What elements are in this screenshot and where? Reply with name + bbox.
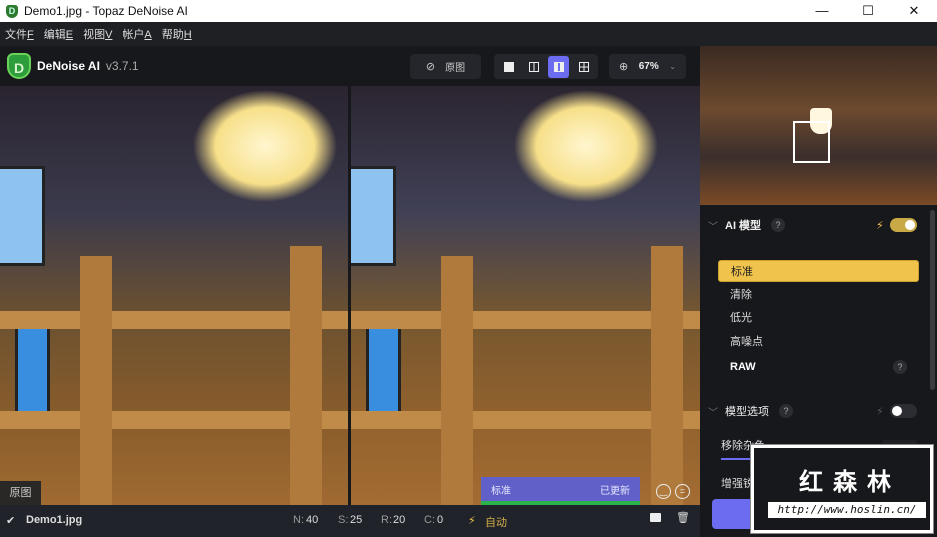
trash-icon[interactable]: 🗑 [676, 511, 690, 524]
show-original-label: 原图 [445, 63, 466, 74]
n-value: 40 [306, 514, 319, 526]
menu-edit[interactable]: 编辑E [44, 26, 73, 42]
model-options-title: 模型选项 [725, 406, 769, 418]
s-value: 25 [350, 514, 363, 526]
zoom-value: 67% [638, 61, 659, 72]
menu-key: H [183, 29, 192, 41]
photo-window [351, 166, 396, 266]
denoise-logo-icon: D [7, 53, 31, 79]
menu-label: 文件 [5, 29, 27, 41]
brand: D DeNoise AI v3.7.1 [7, 53, 139, 79]
split-view-icon [528, 61, 539, 72]
model-item-severe-noise[interactable]: 高噪点 [718, 331, 919, 353]
status-bar: ✔ Demo1.jpg N: 40 S: 25 R: 20 C: 0 ⚡ 自动 … [0, 505, 700, 537]
app-version: v3.7.1 [105, 59, 139, 73]
r-value: 20 [393, 514, 406, 526]
watermark: 红森林 http://www.hoslin.cn/ [750, 444, 934, 534]
ai-model-header[interactable]: ﹀ AI 模型 ? ⚡ [700, 217, 937, 233]
app-name: DeNoise AI [37, 59, 100, 73]
watermark-text: 红森林 [799, 469, 901, 496]
photo-post [441, 256, 473, 505]
help-icon[interactable]: ? [893, 360, 907, 374]
photo-window [0, 166, 45, 266]
smile-icon[interactable]: ‿ [656, 484, 671, 499]
side-by-side-view-button[interactable] [548, 55, 569, 78]
chevron-down-icon: ﹀ [708, 407, 718, 419]
c-value: 0 [437, 514, 444, 526]
single-view-icon [503, 61, 514, 72]
navigator-viewport-frame[interactable] [793, 121, 830, 163]
model-item-low-light[interactable]: 低光 [718, 307, 919, 329]
zoom-in-icon: ⊕ [619, 61, 629, 73]
ai-model-toggle[interactable] [890, 218, 917, 232]
menu-key: E [65, 29, 74, 41]
watermark-url: http://www.hoslin.cn/ [768, 502, 926, 518]
photo-railing [351, 411, 700, 429]
menu-file[interactable]: 文件F [5, 26, 34, 42]
filename: Demo1.jpg [26, 514, 83, 526]
r-label: R: [381, 514, 392, 526]
model-item-raw[interactable]: RAW [718, 356, 919, 378]
menu-key: F [27, 29, 34, 41]
menu-help[interactable]: 帮助H [162, 26, 192, 42]
photo-post [290, 246, 322, 505]
side-by-side-icon [553, 61, 564, 72]
menu-label: 视图 [83, 29, 106, 41]
compare-icon[interactable] [650, 513, 661, 522]
grid-view-button[interactable] [573, 56, 594, 78]
photo-post [80, 256, 112, 505]
original-label: 原图 [0, 481, 41, 505]
menu-label: 帮助 [161, 29, 184, 41]
show-original-button[interactable]: ⊘ 原图 [410, 54, 481, 79]
banner-model: 标准 [491, 485, 511, 497]
menu-key: V [105, 29, 113, 41]
lightning-icon: ⚡ [876, 405, 884, 418]
eye-off-icon: ⊘ [425, 61, 436, 73]
menu-account[interactable]: 帐户A [122, 26, 151, 42]
model-options-header[interactable]: ﹀ 模型选项 ? ⚡ [700, 403, 937, 419]
menu-view[interactable]: 视图V [83, 26, 112, 42]
single-view-button[interactable] [498, 56, 519, 78]
model-item-clear[interactable]: 清除 [718, 284, 919, 306]
banner-status: 已更新 [600, 485, 630, 497]
chevron-down-icon: ﹀ [708, 221, 718, 233]
window-title: Demo1.jpg - Topaz DeNoise AI [24, 4, 188, 18]
maximize-button[interactable]: ☐ [845, 0, 891, 22]
menu-bar: 文件F 编辑E 视图V 帐户A 帮助H [0, 22, 937, 46]
help-icon[interactable]: ? [779, 404, 793, 418]
ai-model-title: AI 模型 [725, 220, 762, 232]
chevron-down-icon: ⌄ [669, 62, 676, 71]
menu-label: 帐户 [122, 29, 145, 41]
split-view-button[interactable] [523, 56, 544, 78]
n-label: N: [293, 514, 304, 526]
processed-preview[interactable]: 标准 已更新 ‿ = [351, 86, 700, 505]
view-mode-group [494, 54, 598, 79]
help-icon[interactable]: ? [771, 218, 786, 232]
checkmark-icon[interactable]: ✔ [6, 514, 15, 527]
panel-scrollbar[interactable] [930, 210, 935, 390]
minimize-button[interactable]: — [799, 0, 845, 22]
lightning-icon: ⚡ [876, 219, 884, 232]
app-logo-icon: D [6, 4, 18, 18]
close-button[interactable]: ✕ [891, 0, 937, 22]
lightning-icon: ⚡ [468, 515, 476, 527]
menu-key: A [144, 29, 152, 41]
photo-post [651, 246, 683, 505]
original-preview[interactable]: 原图 [0, 86, 348, 505]
zoom-control[interactable]: ⊕ 67% ⌄ [609, 54, 686, 79]
title-bar: D Demo1.jpg - Topaz DeNoise AI — ☐ ✕ [0, 0, 937, 22]
neutral-face-icon[interactable]: = [675, 484, 690, 499]
c-label: C: [424, 514, 435, 526]
navigator-thumbnail[interactable] [700, 46, 937, 205]
toolbar: D DeNoise AI v3.7.1 ⊘ 原图 ⊕ 67% ⌄ [0, 46, 700, 86]
grid-view-icon [578, 61, 589, 72]
model-status-banner: 标准 已更新 [481, 477, 640, 505]
model-options-toggle[interactable] [890, 404, 917, 418]
menu-label: 编辑 [43, 29, 66, 41]
photo-railing [351, 311, 700, 329]
model-item-standard[interactable]: 标准 [718, 260, 919, 282]
s-label: S: [338, 514, 349, 526]
auto-mode: 自动 [485, 517, 507, 529]
